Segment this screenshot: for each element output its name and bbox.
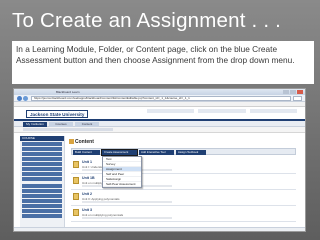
content-item-divider [82, 217, 172, 219]
content-item-divider [82, 201, 172, 203]
create-assessment-menu: Test Survey Assignment Self and Peer Saf… [102, 156, 142, 188]
content-item: Unit 3 Unit on multiplying polynomials [71, 206, 296, 222]
course-breadcrumb-bar [14, 127, 305, 133]
folder-icon [73, 209, 79, 216]
jsu-logo[interactable]: Jackson State University [26, 110, 89, 118]
course-menu: COURSE [20, 136, 65, 231]
add-interactive-tool-button[interactable]: Add Interactive Tool [139, 150, 174, 155]
content-item-name[interactable]: Unit 2 [82, 192, 92, 196]
course-menu-item[interactable] [22, 184, 62, 188]
site-header: Jackson State University [14, 107, 305, 121]
url-field[interactable]: https://jsums.blackboard.com/webapps/bla… [31, 96, 291, 101]
content-item-name[interactable]: Unit 1 [82, 160, 92, 164]
course-menu-item[interactable] [22, 199, 62, 203]
folder-icon [73, 177, 79, 184]
maximize-button[interactable] [290, 90, 296, 94]
breadcrumb[interactable] [23, 128, 113, 131]
header-links [147, 109, 297, 113]
course-menu-item[interactable] [22, 167, 62, 171]
content-title: Content [75, 139, 94, 145]
header-link[interactable] [147, 109, 195, 113]
slide-title: To Create an Assignment . . . [12, 9, 282, 32]
course-menu-item[interactable] [22, 214, 62, 218]
course-menu-item[interactable] [22, 204, 62, 208]
content-area: Content Build Content Create Assessment … [69, 136, 300, 231]
course-menu-item[interactable] [22, 177, 62, 181]
header-link[interactable] [198, 109, 246, 113]
action-bar: Build Content Create Assessment Add Inte… [71, 148, 296, 156]
course-menu-item[interactable] [22, 152, 62, 156]
forward-icon[interactable] [23, 96, 28, 101]
content-item-name[interactable]: Unit 1B [82, 176, 95, 180]
course-menu-header: COURSE [20, 136, 64, 141]
header-link[interactable] [249, 109, 297, 113]
content-folder-icon [69, 139, 74, 144]
build-content-button[interactable]: Build Content [73, 150, 100, 155]
course-menu-item[interactable] [22, 162, 62, 166]
menu-item-self-peer-assessment[interactable]: Self-Peer Assessment [103, 182, 141, 187]
folder-icon [73, 193, 79, 200]
embedded-screenshot: Blackboard Learn https://jsums.blackboar… [13, 88, 306, 232]
course-menu-item[interactable] [22, 142, 62, 146]
course-menu-item[interactable] [22, 189, 62, 193]
course-menu-item[interactable] [22, 194, 62, 198]
course-menu-item[interactable] [22, 209, 62, 213]
course-menu-item[interactable] [22, 147, 62, 151]
slide-caption: In a Learning Module, Folder, or Content… [12, 41, 314, 84]
search-field[interactable] [293, 96, 302, 101]
minimize-button[interactable] [283, 90, 289, 94]
address-bar: https://jsums.blackboard.com/webapps/bla… [14, 95, 305, 102]
course-menu-item[interactable] [22, 157, 62, 161]
browser-statusbar [14, 227, 305, 231]
close-button[interactable] [297, 90, 303, 94]
content-item: Unit 2 Unit II: Applying polynomials [71, 190, 296, 206]
assign-textbook-button[interactable]: Assign Textbook [176, 150, 206, 155]
course-menu-item[interactable] [22, 172, 62, 176]
back-icon[interactable] [17, 96, 22, 101]
content-item-name[interactable]: Unit 3 [82, 208, 92, 212]
create-assessment-button[interactable]: Create Assessment [101, 149, 138, 156]
folder-icon [73, 161, 79, 168]
browser-tab-title[interactable]: Blackboard Learn [56, 90, 80, 94]
